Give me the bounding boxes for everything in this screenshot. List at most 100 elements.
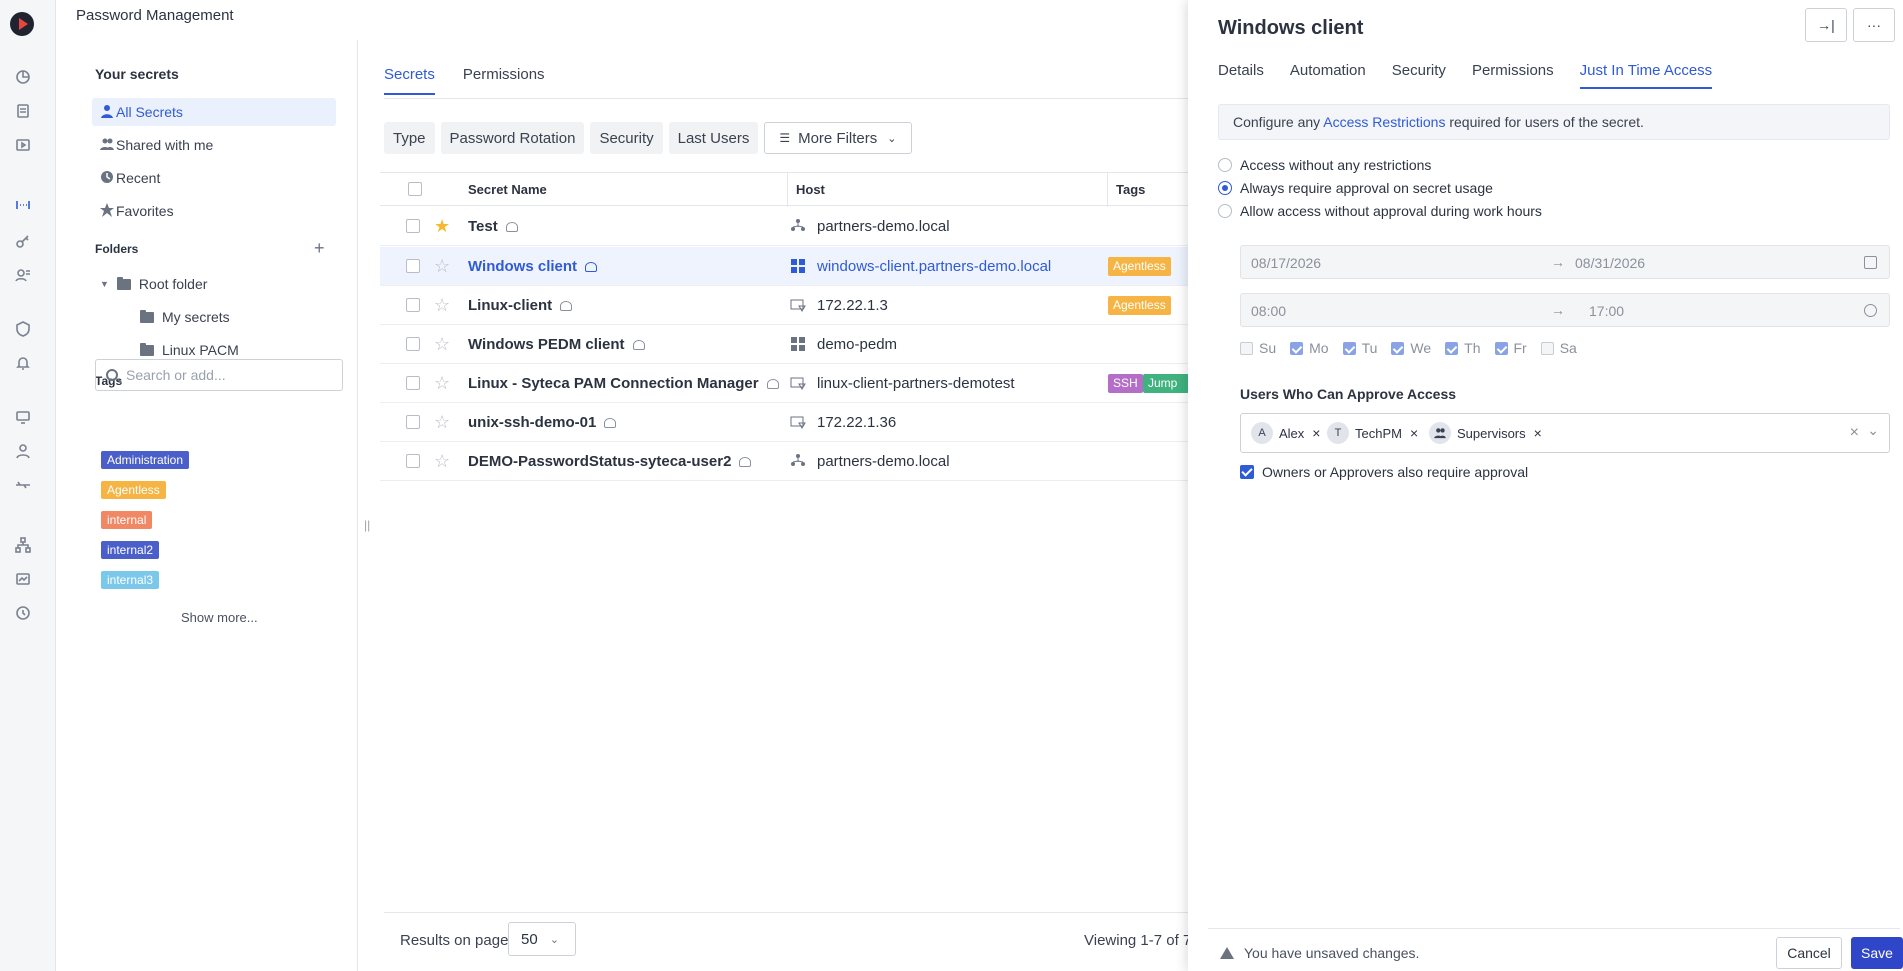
- more-filters-button[interactable]: ☰ More Filters ⌄: [764, 122, 912, 154]
- favorite-star-icon[interactable]: ☆: [434, 257, 450, 275]
- resize-handle[interactable]: ||: [364, 518, 370, 532]
- radio-button[interactable]: [1218, 158, 1232, 172]
- day-sa[interactable]: Sa: [1540, 340, 1577, 356]
- user-access-icon[interactable]: [14, 266, 32, 284]
- tag-search-input[interactable]: Search or add...: [95, 359, 343, 391]
- show-more-tags[interactable]: Show more...: [181, 610, 258, 625]
- chevron-down-icon[interactable]: ⌄: [1867, 422, 1879, 439]
- option-always-require-approval[interactable]: Always require approval on secret usage: [1218, 180, 1493, 196]
- history-icon[interactable]: [14, 604, 32, 622]
- row-checkbox[interactable]: [406, 376, 420, 390]
- filter-password-rotation[interactable]: Password Rotation: [440, 122, 585, 154]
- approvers-select[interactable]: A Alex × T TechPM × Supervisors × × ⌄: [1240, 413, 1890, 453]
- owners-require-approval-checkbox[interactable]: Owners or Approvers also require approva…: [1240, 464, 1528, 480]
- favorite-star-icon[interactable]: ☆: [434, 452, 450, 470]
- remove-chip-icon[interactable]: ×: [1410, 425, 1418, 441]
- option-no-restrictions[interactable]: Access without any restrictions: [1218, 157, 1431, 173]
- caret-down-icon[interactable]: ▼: [100, 279, 109, 289]
- add-folder-icon[interactable]: +: [314, 238, 325, 259]
- table-row-selected[interactable]: ☆ Windows client windows-client.partners…: [380, 247, 1190, 286]
- col-host[interactable]: Host: [796, 182, 825, 197]
- activity-icon[interactable]: [14, 570, 32, 588]
- day-we[interactable]: We: [1391, 340, 1431, 356]
- sessions-icon[interactable]: [14, 136, 32, 154]
- row-checkbox[interactable]: [406, 259, 420, 273]
- dashboard-icon[interactable]: [14, 68, 32, 86]
- day-checkbox[interactable]: [1494, 341, 1508, 355]
- usb-icon[interactable]: [14, 476, 32, 494]
- more-actions-icon[interactable]: ···: [1853, 8, 1895, 42]
- row-checkbox[interactable]: [406, 219, 420, 233]
- shield-icon[interactable]: [14, 320, 32, 338]
- host-value[interactable]: windows-client.partners-demo.local: [817, 258, 1051, 275]
- col-secret-name[interactable]: Secret Name: [468, 182, 547, 197]
- nav-favorites[interactable]: Favorites: [92, 197, 336, 225]
- calendar-icon[interactable]: [1864, 256, 1877, 269]
- table-row[interactable]: ☆ DEMO-PasswordStatus-syteca-user2 partn…: [380, 442, 1190, 481]
- day-checkbox[interactable]: [1391, 341, 1405, 355]
- radio-button-selected[interactable]: [1218, 181, 1232, 195]
- date-range-field[interactable]: 08/17/2026 → 08/31/2026: [1240, 245, 1890, 279]
- cancel-button[interactable]: Cancel: [1776, 937, 1842, 969]
- checkbox-checked[interactable]: [1240, 465, 1254, 479]
- favorite-star-icon[interactable]: ☆: [434, 413, 450, 431]
- table-row[interactable]: ☆ Linux-client 172.22.1.3 Agentless: [380, 286, 1190, 325]
- reports-icon[interactable]: [14, 102, 32, 120]
- favorite-star-icon[interactable]: ☆: [434, 296, 450, 314]
- tab-permissions[interactable]: Permissions: [463, 66, 545, 95]
- tab-security[interactable]: Security: [1392, 62, 1446, 89]
- table-row[interactable]: ★ Test partners-demo.local: [380, 207, 1190, 246]
- day-tu[interactable]: Tu: [1342, 340, 1377, 356]
- filter-last-users[interactable]: Last Users: [668, 122, 759, 154]
- nav-recent[interactable]: Recent: [92, 164, 336, 192]
- tag-internal[interactable]: internal: [101, 511, 153, 529]
- day-su[interactable]: Su: [1240, 340, 1276, 356]
- tag-internal2[interactable]: internal2: [101, 541, 160, 559]
- row-checkbox[interactable]: [406, 337, 420, 351]
- collapse-panel-icon[interactable]: →|: [1805, 8, 1847, 42]
- password-management-icon[interactable]: [14, 196, 32, 214]
- tab-details[interactable]: Details: [1218, 62, 1264, 89]
- folder-root[interactable]: ▼ Root folder: [100, 276, 207, 292]
- monitor-icon[interactable]: [14, 408, 32, 426]
- select-all-checkbox[interactable]: [408, 182, 422, 196]
- tab-secrets[interactable]: Secrets: [384, 66, 435, 95]
- table-row[interactable]: ☆ Linux - Syteca PAM Connection Manager …: [380, 364, 1190, 403]
- favorite-star-icon[interactable]: ☆: [434, 374, 450, 392]
- remove-chip-icon[interactable]: ×: [1312, 425, 1320, 441]
- favorite-star-icon[interactable]: ★: [434, 217, 450, 235]
- page-size-select[interactable]: 50 ⌄: [508, 922, 576, 956]
- day-th[interactable]: Th: [1445, 340, 1481, 356]
- person-icon[interactable]: [14, 442, 32, 460]
- nav-shared-with-me[interactable]: Shared with me: [92, 131, 336, 159]
- favorite-star-icon[interactable]: ☆: [434, 335, 450, 353]
- folder-my-secrets[interactable]: My secrets: [140, 309, 230, 325]
- filter-type[interactable]: Type: [384, 122, 435, 154]
- remove-chip-icon[interactable]: ×: [1534, 425, 1542, 441]
- clear-all-icon[interactable]: ×: [1850, 424, 1859, 442]
- app-logo-icon[interactable]: [10, 12, 34, 36]
- filter-security[interactable]: Security: [590, 122, 663, 154]
- tag-internal3[interactable]: internal3: [101, 571, 160, 589]
- tag-administration[interactable]: Administration: [101, 451, 190, 469]
- tab-panel-permissions[interactable]: Permissions: [1472, 62, 1554, 89]
- day-checkbox[interactable]: [1290, 341, 1304, 355]
- day-mo[interactable]: Mo: [1290, 340, 1329, 356]
- row-checkbox[interactable]: [406, 454, 420, 468]
- table-row[interactable]: ☆ Windows PEDM client demo-pedm: [380, 325, 1190, 364]
- day-fr[interactable]: Fr: [1494, 340, 1527, 356]
- tab-just-in-time-access[interactable]: Just In Time Access: [1579, 62, 1713, 89]
- table-row[interactable]: ☆ unix-ssh-demo-01 172.22.1.36: [380, 403, 1190, 442]
- access-restrictions-link[interactable]: Access Restrictions: [1323, 114, 1445, 130]
- day-checkbox[interactable]: [1445, 341, 1459, 355]
- day-checkbox[interactable]: [1240, 341, 1253, 355]
- tag-agentless[interactable]: Agentless: [101, 481, 166, 499]
- col-tags[interactable]: Tags: [1116, 182, 1145, 197]
- save-button[interactable]: Save: [1851, 937, 1903, 969]
- tab-automation[interactable]: Automation: [1290, 62, 1366, 89]
- bell-icon[interactable]: [14, 354, 32, 372]
- day-checkbox[interactable]: [1540, 341, 1554, 355]
- row-checkbox[interactable]: [406, 415, 420, 429]
- radio-button[interactable]: [1218, 204, 1232, 218]
- hierarchy-icon[interactable]: [14, 536, 32, 554]
